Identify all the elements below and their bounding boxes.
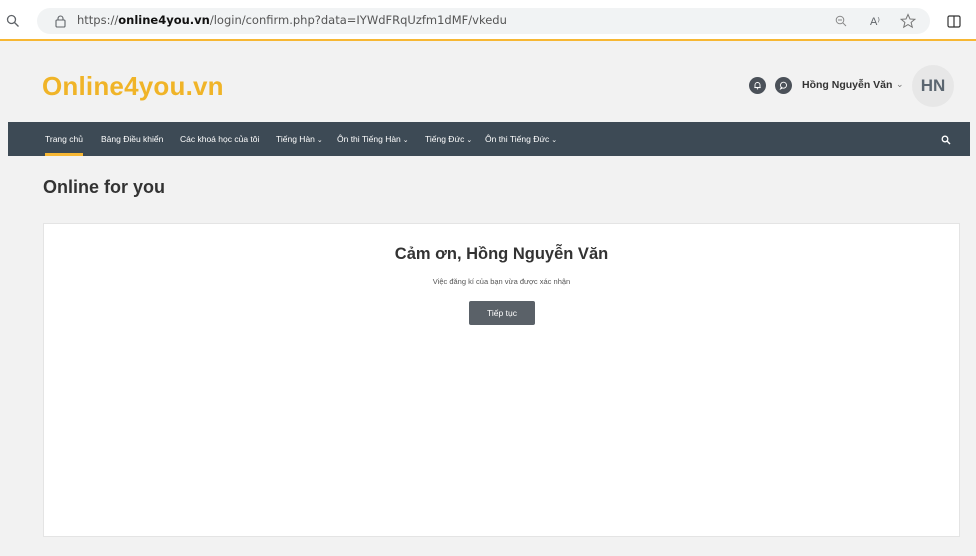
nav-item-label: Tiếng Đức [425,134,465,144]
main-navbar: Trang chủ Bảng Điều khiển Các khoá học c… [8,122,970,156]
url-text[interactable]: https://online4you.vn/login/confirm.php?… [77,13,507,27]
nav-item-my-courses[interactable]: Các khoá học của tôi [180,122,259,156]
chevron-down-icon: ⌄ [402,137,409,144]
read-aloud-icon[interactable]: A⁾ [865,12,885,30]
thank-you-heading: Cảm ơn, Hồng Nguyễn Văn [394,245,609,263]
zoom-icon[interactable] [832,13,850,29]
nav-item-label: Ôn thi Tiếng Đức [485,134,550,144]
chevron-down-icon: ⌄ [316,137,323,144]
nav-item-label: Trang chủ [45,134,83,144]
site-header: Online4you.vn Hồng Nguyễn Văn ⌄ HN [8,43,970,122]
search-icon[interactable] [941,132,955,146]
continue-button[interactable]: Tiếp tục [469,301,535,325]
search-icon[interactable] [4,12,22,30]
favorite-star-icon[interactable] [898,11,918,31]
nav-item-korean[interactable]: Tiếng Hàn ⌄ [276,122,323,156]
nav-item-german-exam[interactable]: Ôn thi Tiếng Đức ⌄ [485,122,557,156]
split-screen-icon[interactable] [945,12,963,30]
chevron-down-icon: ⌄ [466,137,473,144]
message-icon[interactable] [775,77,792,94]
nav-item-home[interactable]: Trang chủ [45,122,83,156]
confirmation-message: Việc đăng kí của bạn vừa được xác nhận [432,277,571,286]
url-scheme: https:// [77,13,119,27]
nav-item-label: Tiếng Hàn [276,134,315,144]
address-bar[interactable]: https://online4you.vn/login/confirm.php?… [37,8,930,34]
confirmation-card: Cảm ơn, Hồng Nguyễn Văn Việc đăng kí của… [43,223,960,537]
chevron-down-icon: ⌄ [551,137,558,144]
page-title: Online for you [43,177,166,197]
nav-item-korean-exam[interactable]: Ôn thi Tiếng Hàn ⌄ [337,122,409,156]
nav-item-label: Các khoá học của tôi [180,134,260,144]
nav-item-dashboard[interactable]: Bảng Điều khiển [101,122,163,156]
browser-toolbar: https://online4you.vn/login/confirm.php?… [0,0,976,41]
avatar[interactable]: HN [912,65,954,107]
notification-bell-icon[interactable] [749,77,766,94]
chevron-down-icon[interactable]: ⌄ [896,79,904,90]
site-logo[interactable]: Online4you.vn [42,71,224,102]
nav-item-label: Ôn thi Tiếng Hàn [337,134,401,144]
url-path: /login/confirm.php?data=IYWdFRqUzfm1dMF/… [209,13,507,27]
nav-item-label: Bảng Điều khiển [101,134,164,144]
user-menu-name[interactable]: Hồng Nguyễn Văn [802,79,892,91]
url-host: online4you.vn [118,13,210,27]
nav-item-german[interactable]: Tiếng Đức ⌄ [425,122,472,156]
lock-icon[interactable] [53,12,67,30]
